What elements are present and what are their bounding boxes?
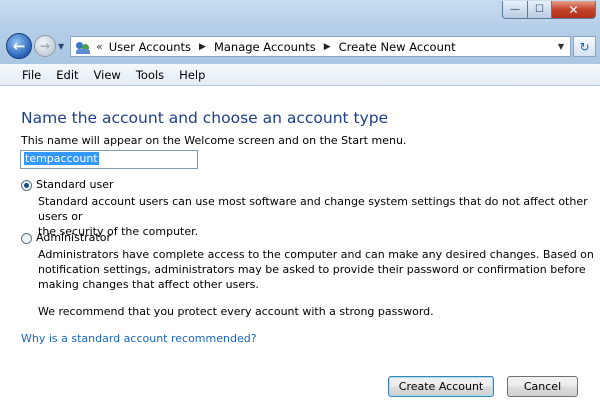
close-button[interactable]: ✕ (552, 1, 596, 19)
menu-edit[interactable]: Edit (56, 68, 78, 82)
address-overflow-chevron[interactable]: « (96, 40, 103, 53)
minimize-button[interactable]: — (502, 1, 528, 19)
administrator-radio[interactable] (21, 233, 32, 244)
breadcrumb-manage-accounts[interactable]: Manage Accounts (214, 40, 316, 54)
menu-file[interactable]: File (22, 68, 41, 82)
content-pane: Name the account and choose an account t… (0, 86, 600, 402)
menu-help[interactable]: Help (179, 68, 205, 82)
description-line: notification settings, administrators ma… (38, 263, 586, 276)
administrator-description: Administrators have complete access to t… (38, 247, 594, 292)
description-line: the security of the computer. (38, 225, 199, 238)
standard-user-radio[interactable] (21, 180, 32, 191)
account-name-input[interactable]: tempaccount (20, 150, 198, 169)
recent-pages-dropdown-icon[interactable]: ▼ (58, 42, 64, 51)
name-instructions: This name will appear on the Welcome scr… (21, 134, 407, 147)
cancel-button[interactable]: Cancel (507, 376, 578, 397)
maximize-button[interactable]: ☐ (528, 1, 552, 19)
breadcrumb-create-new-account[interactable]: Create New Account (339, 40, 456, 54)
account-name-value: tempaccount (24, 152, 99, 165)
forward-button[interactable]: → (34, 35, 56, 57)
address-dropdown-icon[interactable]: ▼ (558, 42, 564, 51)
standard-user-label[interactable]: Standard user (36, 178, 114, 191)
standard-user-description: Standard account users can use most soft… (38, 194, 600, 239)
menu-view[interactable]: View (94, 68, 121, 82)
menu-bar: File Edit View Tools Help (0, 64, 600, 86)
back-button[interactable]: ← (6, 33, 32, 59)
administrator-label[interactable]: Administrator (36, 231, 111, 244)
description-line: Standard account users can use most soft… (38, 195, 588, 223)
refresh-button[interactable]: ↻ (573, 36, 596, 57)
breadcrumb-separator-icon[interactable]: ▶ (199, 42, 206, 52)
breadcrumb-user-accounts[interactable]: User Accounts (109, 40, 191, 54)
page-title: Name the account and choose an account t… (21, 109, 389, 127)
user-accounts-icon (76, 40, 90, 54)
address-bar[interactable]: « User Accounts ▶ Manage Accounts ▶ Crea… (70, 36, 571, 57)
create-account-button[interactable]: Create Account (388, 376, 494, 397)
caption-buttons: — ☐ ✕ (502, 1, 596, 19)
password-recommendation: We recommend that you protect every acco… (38, 305, 434, 318)
standard-account-help-link[interactable]: Why is a standard account recommended? (21, 332, 257, 345)
breadcrumb-separator-icon[interactable]: ▶ (324, 42, 331, 52)
description-line: Administrators have complete access to t… (38, 248, 594, 261)
description-line: making changes that affect other users. (38, 278, 259, 291)
menu-tools[interactable]: Tools (136, 68, 164, 82)
